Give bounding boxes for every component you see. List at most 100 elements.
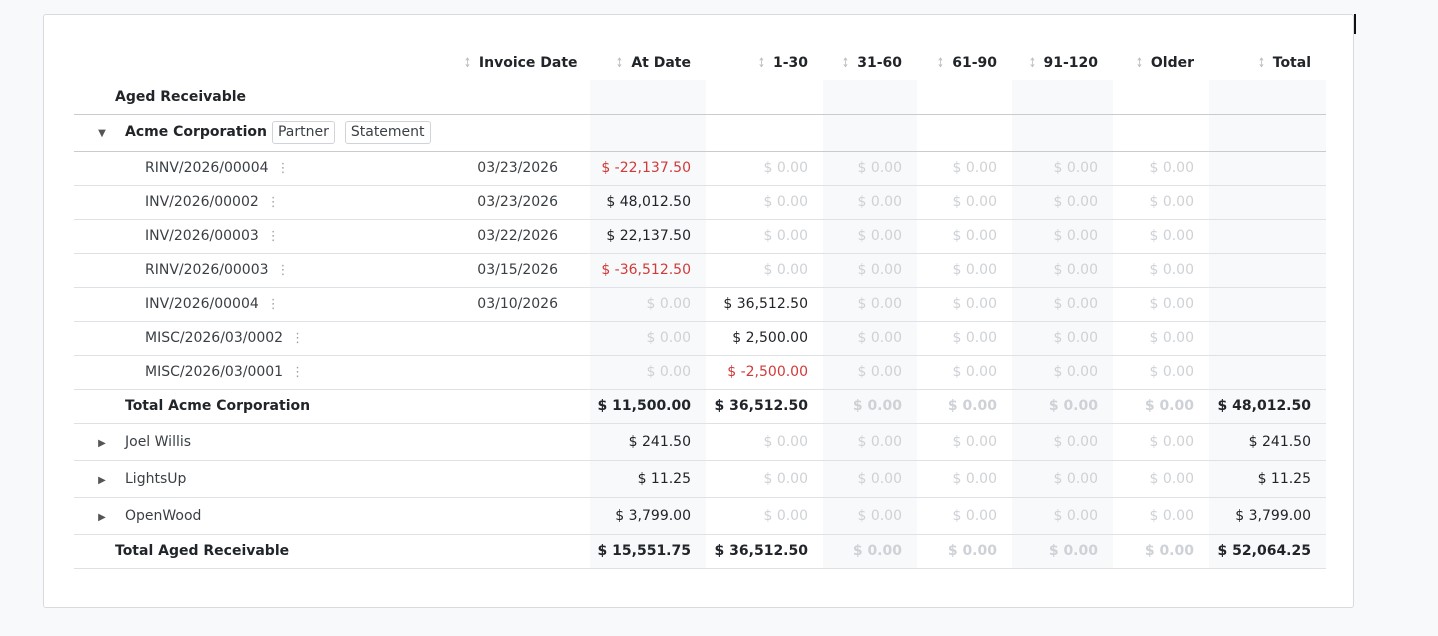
total-cell [1209, 185, 1326, 219]
kebab-menu-icon[interactable]: ⋮ [291, 331, 304, 346]
header-91-120[interactable]: ↕ 91-120 [1012, 46, 1113, 80]
invoice-line-row[interactable]: RINV/2026/00003 ⋮ 03/15/2026 $ -36,512.50 $ … [74, 253, 1326, 287]
invoice-date-cell: 03/15/2026 [477, 262, 558, 278]
grand-total-label: Total Aged Receivable [115, 543, 290, 559]
partner-cell[interactable]: ▶ Joel Willis [74, 423, 462, 460]
kebab-menu-icon[interactable]: ⋮ [291, 365, 304, 380]
amount-cell: $ 0.00 [763, 433, 808, 450]
statement-button[interactable]: Statement [344, 121, 431, 144]
amount-cell: $ 0.00 [823, 460, 917, 497]
text-cursor [1354, 14, 1356, 34]
partner-cell[interactable]: ▼ Acme Corporation Partner Statement [74, 114, 462, 151]
partner-row-expanded[interactable]: ▼ Acme Corporation Partner Statement [74, 114, 1326, 151]
amount-cell: $ 0.00 [1149, 296, 1194, 312]
partner-row-collapsed[interactable]: ▶ LightsUp $ 11.25 $ 0.00 $ 0.00 $ 0.00 $ 0.00… [74, 460, 1326, 497]
amount-cell: $ 0.00 [823, 389, 917, 423]
caret-right-icon[interactable]: ▶ [97, 475, 107, 486]
kebab-menu-icon[interactable]: ⋮ [267, 297, 280, 312]
amount-cell: $ 36,512.50 [714, 543, 808, 559]
partner-total-label: Total Acme Corporation [125, 398, 311, 414]
amount-cell: $ 0.00 [1149, 228, 1194, 244]
partner-row-collapsed[interactable]: ▶ OpenWood $ 3,799.00 $ 0.00 $ 0.00 $ 0.00 $ 0… [74, 497, 1326, 534]
invoice-ref-cell[interactable]: MISC/2026/03/0002 ⋮ [74, 321, 462, 355]
amount-cell: $ 0.00 [947, 398, 997, 414]
amount-cell: $ 0.00 [763, 470, 808, 487]
amount-cell: $ 36,512.50 [714, 398, 808, 414]
header-31-60[interactable]: ↕ 31-60 [823, 46, 917, 80]
invoice-line-row[interactable]: RINV/2026/00004 ⋮ 03/23/2026 $ -22,137.50 $ … [74, 151, 1326, 185]
invoice-date-cell: 03/22/2026 [477, 228, 558, 244]
amount-cell: $ 0.00 [590, 287, 706, 321]
header-at-date[interactable]: ↕ At Date [590, 46, 706, 80]
amount-cell: $ -36,512.50 [590, 253, 706, 287]
amount-cell: $ 0.00 [590, 321, 706, 355]
amount-cell: $ 0.00 [952, 433, 997, 450]
partner-row-collapsed[interactable]: ▶ Joel Willis $ 241.50 $ 0.00 $ 0.00 $ 0.00 $ … [74, 423, 1326, 460]
amount-cell: $ 0.00 [1012, 219, 1113, 253]
sort-arrows-icon: ↕ [463, 56, 472, 71]
caret-right-icon[interactable]: ▶ [97, 438, 107, 449]
amount-cell: $ 0.00 [823, 497, 917, 534]
partner-cell[interactable]: ▶ OpenWood [74, 497, 462, 534]
amount-cell: $ 0.00 [763, 194, 808, 210]
total-cell [1209, 321, 1326, 355]
invoice-line-row[interactable]: INV/2026/00003 ⋮ 03/22/2026 $ 22,137.50 $ 0.… [74, 219, 1326, 253]
invoice-line-row[interactable]: INV/2026/00004 ⋮ 03/10/2026 $ 0.00 $ 36,512.… [74, 287, 1326, 321]
header-total[interactable]: ↕ Total [1209, 46, 1326, 80]
invoice-line-row[interactable]: MISC/2026/03/0002 ⋮ $ 0.00 $ 2,500.00 $ 0.00… [74, 321, 1326, 355]
kebab-menu-icon[interactable]: ⋮ [277, 161, 290, 176]
header-61-90[interactable]: ↕ 61-90 [917, 46, 1012, 80]
invoice-ref-cell[interactable]: INV/2026/00002 ⋮ [74, 185, 462, 219]
amount-cell: $ 0.00 [952, 228, 997, 244]
kebab-menu-icon[interactable]: ⋮ [277, 263, 290, 278]
invoice-line-row[interactable]: INV/2026/00002 ⋮ 03/23/2026 $ 48,012.50 $ 0.… [74, 185, 1326, 219]
invoice-ref-cell[interactable]: RINV/2026/00004 ⋮ [74, 151, 462, 185]
invoice-ref-cell[interactable]: RINV/2026/00003 ⋮ [74, 253, 462, 287]
caret-down-icon[interactable]: ▼ [97, 128, 107, 139]
header-name [74, 46, 462, 80]
amount-cell: $ 0.00 [952, 364, 997, 380]
sort-arrows-icon: ↕ [757, 56, 766, 71]
header-invoice-date[interactable]: ↕ Invoice Date [462, 46, 590, 80]
sort-arrows-icon: ↕ [936, 56, 945, 71]
caret-right-icon[interactable]: ▶ [97, 512, 107, 523]
total-cell [1209, 355, 1326, 389]
amount-cell: $ 36,512.50 [723, 296, 808, 312]
amount-cell: $ 11,500.00 [590, 389, 706, 423]
invoice-line-row[interactable]: MISC/2026/03/0001 ⋮ $ 0.00 $ -2,500.00 $ 0.0… [74, 355, 1326, 389]
partner-cell[interactable]: ▶ LightsUp [74, 460, 462, 497]
amount-cell: $ 0.00 [1012, 423, 1113, 460]
invoice-ref-cell[interactable]: MISC/2026/03/0001 ⋮ [74, 355, 462, 389]
kebab-menu-icon[interactable]: ⋮ [267, 195, 280, 210]
amount-cell: $ 0.00 [823, 151, 917, 185]
invoice-ref-cell[interactable]: INV/2026/00003 ⋮ [74, 219, 462, 253]
amount-cell: $ 0.00 [763, 262, 808, 278]
header-older[interactable]: ↕ Older [1113, 46, 1209, 80]
amount-cell: $ 0.00 [1149, 433, 1194, 450]
invoice-date-cell: 03/23/2026 [477, 160, 558, 176]
amount-cell: $ 0.00 [1012, 460, 1113, 497]
header-row: ↕ Invoice Date ↕ At Date ↕ 1-30 ↕ 31-60 ↕ 61-… [74, 46, 1326, 80]
sort-arrows-icon: ↕ [841, 56, 850, 71]
amount-cell: $ 0.00 [823, 534, 917, 568]
amount-cell: $ 0.00 [1149, 160, 1194, 176]
amount-cell: $ 48,012.50 [590, 185, 706, 219]
kebab-menu-icon[interactable]: ⋮ [267, 229, 280, 244]
amount-cell: $ 0.00 [763, 228, 808, 244]
total-cell: $ 11.25 [1209, 460, 1326, 497]
amount-cell: $ 0.00 [823, 321, 917, 355]
report-title-row: Aged Receivable [74, 80, 1326, 114]
amount-cell: $ 0.00 [823, 185, 917, 219]
invoice-date-cell [462, 355, 590, 389]
partner-button[interactable]: Partner [271, 121, 335, 144]
amount-cell: $ 0.00 [1012, 151, 1113, 185]
amount-cell: $ 0.00 [1144, 543, 1194, 559]
header-1-30[interactable]: ↕ 1-30 [706, 46, 823, 80]
invoice-date-cell: 03/10/2026 [477, 296, 558, 312]
amount-cell: $ 3,799.00 [590, 497, 706, 534]
invoice-ref-cell[interactable]: INV/2026/00004 ⋮ [74, 287, 462, 321]
amount-cell: $ 0.00 [823, 253, 917, 287]
amount-cell: $ 0.00 [1012, 497, 1113, 534]
partner-total-row: Total Acme Corporation $ 11,500.00 $ 36,51… [74, 389, 1326, 423]
amount-cell: $ 0.00 [1149, 194, 1194, 210]
